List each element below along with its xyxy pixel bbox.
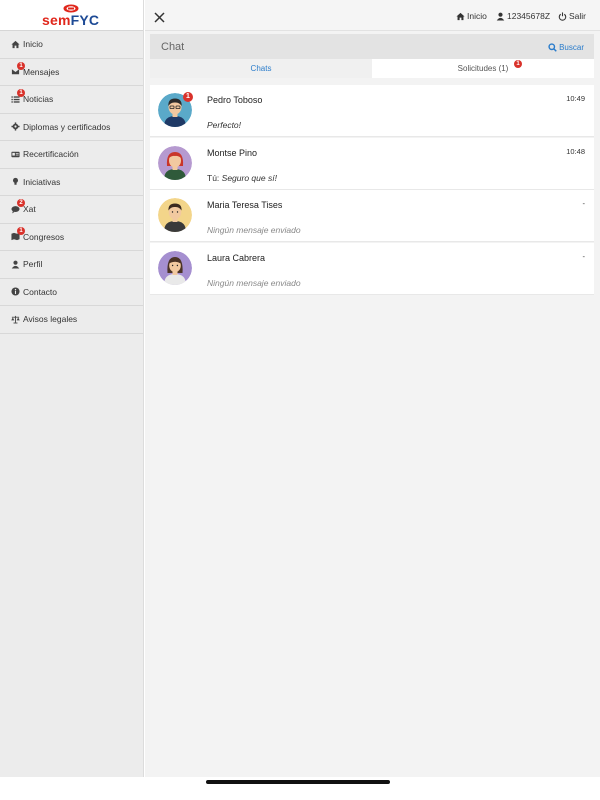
id-card-icon	[10, 149, 20, 159]
sidebar-item-label: Recertificación	[23, 149, 79, 160]
message-preview: Perfecto!	[207, 120, 242, 130]
close-button[interactable]	[154, 10, 165, 23]
unread-badge: 1	[183, 92, 193, 102]
message-time: -	[582, 199, 586, 209]
sidebar-item-label: Inicio	[23, 39, 43, 50]
noticias-badge: 1	[17, 89, 25, 97]
search-button[interactable]: Buscar	[548, 43, 584, 52]
contact-name: Laura Cabrera	[207, 253, 266, 264]
avatar	[158, 251, 192, 286]
message-preview: Tú: Seguro que sí!	[207, 172, 277, 183]
tab-label: Solicitudes (1)	[457, 64, 509, 73]
avatar	[158, 145, 192, 180]
tab-label: Chats	[250, 64, 272, 73]
contact-name: Montse Pino	[207, 147, 258, 158]
sidebar-item-iniciativas[interactable]: Iniciativas	[0, 169, 143, 196]
sidebar-item-xat[interactable]: 2 Xat	[0, 196, 143, 224]
sidebar-item-congresos[interactable]: 1 Congresos	[0, 224, 143, 251]
avatar	[158, 198, 192, 233]
search-icon	[548, 43, 557, 52]
info-icon	[10, 287, 20, 297]
lightbulb-icon	[10, 177, 20, 187]
sidebar-item-label: Diplomas y certificados	[23, 121, 111, 132]
sidebar-item-diplomas[interactable]: Diplomas y certificados	[0, 114, 143, 141]
search-label: Buscar	[559, 43, 584, 52]
solicitudes-badge: 1	[514, 60, 522, 68]
conversation-row[interactable]: 1 Pedro Toboso 10:49 Perfecto!	[150, 85, 594, 137]
user-icon	[10, 259, 20, 269]
contact-name: Pedro Toboso	[207, 95, 263, 105]
conversation-row[interactable]: Maria Teresa Tises - Ningún mensaje envi…	[150, 190, 594, 243]
message-time: -	[582, 252, 586, 262]
user-icon	[496, 12, 505, 21]
close-icon	[154, 12, 165, 23]
logo-text: semFYC	[42, 12, 100, 28]
home-icon	[456, 12, 465, 20]
tab-solicitudes[interactable]: Solicitudes (1) 1	[372, 59, 594, 78]
gear-icon	[10, 122, 20, 132]
congresos-badge: 1	[17, 226, 25, 235]
home-icon	[10, 39, 20, 49]
logout-button[interactable]: Salir	[558, 11, 586, 21]
chat-header: Chat Buscar	[150, 34, 594, 59]
message-time: 10:49	[566, 94, 585, 103]
main-content: Chat Buscar Chats Solicitudes (1) 1 1 Pe…	[145, 31, 600, 777]
page-title: Chat	[161, 41, 185, 53]
sidebar-item-label: Contacto	[23, 286, 58, 297]
sidebar-item-label: Xat	[23, 204, 36, 215]
home-indicator[interactable]	[206, 780, 390, 784]
xat-badge: 2	[17, 199, 25, 207]
sidebar-item-perfil[interactable]: Perfil	[0, 251, 143, 279]
conversation-row[interactable]: Montse Pino 10:48 Tú: Seguro que sí!	[150, 137, 594, 190]
conversation-row[interactable]: Laura Cabrera - Ningún mensaje enviado	[150, 243, 594, 296]
sidebar-item-mensajes[interactable]: 1 Mensajes	[0, 59, 143, 86]
scale-icon	[10, 314, 20, 324]
top-user-id: 12345678Z	[507, 11, 551, 21]
top-bar: Inicio 12345678Z Salir	[145, 0, 600, 31]
sidebar-item-label: Avisos legales	[23, 314, 78, 325]
message-preview: Ningún mensaje enviado	[207, 278, 301, 289]
message-time: 10:48	[566, 146, 585, 156]
conversation-list: 1 Pedro Toboso 10:49 Perfecto! Montse Pi…	[150, 85, 594, 296]
mensajes-badge: 1	[17, 61, 25, 70]
logout-label: Salir	[569, 11, 587, 21]
sidebar-item-label: Congresos	[23, 231, 65, 242]
sidebar-item-label: Iniciativas	[23, 176, 61, 187]
power-icon	[558, 11, 567, 21]
chat-tabs: Chats Solicitudes (1) 1	[150, 59, 594, 78]
sidebar-item-label: Noticias	[23, 94, 54, 105]
sidebar-item-label: Perfil	[23, 259, 43, 270]
sidebar-item-recertificacion[interactable]: Recertificación	[0, 141, 143, 169]
sidebar-item-contacto[interactable]: Contacto	[0, 279, 143, 306]
top-user-link[interactable]: 12345678Z	[496, 11, 550, 21]
sidebar-item-label: Mensajes	[23, 66, 60, 77]
sidebar: semFYC Inicio 1 Mensajes 1 Noticias Dipl…	[0, 0, 144, 777]
semfyc-logo[interactable]: semFYC	[0, 0, 143, 31]
contact-name: Maria Teresa Tises	[207, 200, 283, 211]
tab-chats[interactable]: Chats	[150, 59, 372, 78]
message-preview: Ningún mensaje enviado	[207, 225, 301, 236]
top-home-label: Inicio	[467, 11, 487, 21]
sidebar-item-noticias[interactable]: 1 Noticias	[0, 86, 143, 114]
sidebar-item-avisos-legales[interactable]: Avisos legales	[0, 306, 143, 334]
top-home-link[interactable]: Inicio	[456, 11, 487, 21]
sidebar-item-inicio[interactable]: Inicio	[0, 31, 143, 59]
